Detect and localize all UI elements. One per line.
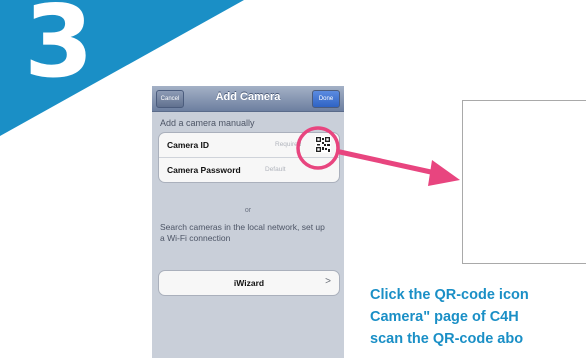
instruction-line-3: scan the QR-code abo — [370, 331, 524, 347]
camera-password-placeholder: Default — [265, 166, 286, 173]
camera-password-label: Camera Password — [167, 165, 241, 175]
qr-scan-placeholder-box — [462, 100, 586, 264]
instruction-text: Click the QR-code icon Camera" page of C… — [370, 284, 586, 350]
arrow-right-icon — [337, 149, 460, 186]
done-button[interactable]: Done — [312, 90, 340, 108]
search-cameras-description: Search cameras in the local network, set… — [160, 222, 325, 243]
instruction-line-2: Camera" page of C4H — [370, 309, 519, 325]
nav-bar: Cancel Add Camera Done — [152, 86, 344, 112]
or-divider: or — [244, 207, 252, 214]
instruction-line-1: Click the QR-code icon — [370, 287, 529, 303]
iwizard-button[interactable]: iWizard > — [158, 270, 340, 296]
iwizard-label: iWizard — [233, 278, 265, 288]
camera-id-label: Camera ID — [167, 140, 210, 150]
step-number: 3 — [24, 0, 94, 100]
manual-section-label: Add a camera manually — [160, 118, 255, 128]
chevron-right-icon: > — [325, 276, 331, 287]
